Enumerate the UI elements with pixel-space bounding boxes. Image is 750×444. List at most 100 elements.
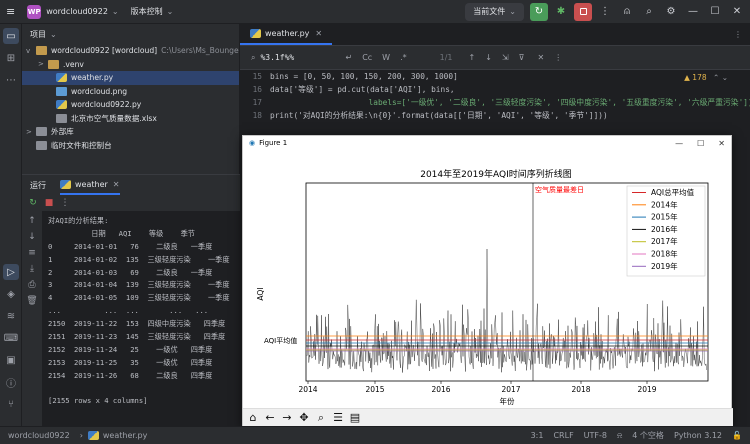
project-tree-item[interactable]: v wordcloud0922 [wordcloud] C:\Users\Ms_Bo…: [22, 44, 239, 58]
new-line-icon[interactable]: ↵: [345, 53, 352, 62]
pan-icon[interactable]: ✥: [298, 411, 310, 424]
chevron-icon[interactable]: >: [38, 60, 48, 68]
soft-wrap-icon[interactable]: ≡: [25, 247, 39, 259]
project-tree-item[interactable]: wordcloud0922.py: [22, 98, 239, 112]
more-icon[interactable]: ⋮: [58, 197, 72, 209]
project-selector[interactable]: WP wordcloud0922 ⌄: [21, 0, 124, 24]
console-line: 日期 AQI 等级 季节: [48, 228, 195, 238]
more-tools-button[interactable]: ⋯: [3, 72, 19, 88]
main-menu-button[interactable]: ≡: [0, 0, 21, 24]
run-panel-header: 运行 weather ✕: [22, 175, 240, 195]
terminal-tool-button[interactable]: ▣: [3, 352, 19, 368]
scroll-end-icon[interactable]: ⤓: [25, 263, 39, 275]
project-tree-label: 北京市空气质量数据.xlsx: [71, 113, 157, 123]
maximize-icon: ☐: [710, 6, 720, 17]
python-packages-button[interactable]: ◈: [3, 286, 19, 302]
status-project[interactable]: wordcloud0922: [8, 431, 70, 440]
settings-button[interactable]: ⚙: [662, 3, 680, 21]
code-view[interactable]: 15 bins = [0, 50, 100, 150, 200, 300, 100…: [240, 70, 750, 140]
project-panel-header[interactable]: 项目 ⌄: [22, 24, 239, 44]
chevron-down-icon: ⌄: [166, 7, 174, 16]
chevron-icon[interactable]: v: [26, 47, 36, 55]
regex-icon[interactable]: .*: [400, 53, 407, 62]
more-actions-button[interactable]: ⋮: [596, 3, 614, 21]
project-tree-item[interactable]: > .venv: [22, 58, 239, 72]
status-encoding[interactable]: UTF-8: [584, 431, 607, 440]
forward-icon[interactable]: →: [281, 411, 293, 424]
project-tree-label: 外部库: [51, 127, 74, 137]
chevron-icon[interactable]: >: [26, 128, 36, 136]
save-icon[interactable]: ▤: [349, 411, 361, 424]
rerun-button[interactable]: ↻: [530, 2, 548, 21]
home-icon[interactable]: ⌂: [247, 411, 259, 424]
project-panel: 项目 ⌄ v wordcloud0922 [wordcloud] C:\Users\…: [22, 24, 240, 174]
close-button[interactable]: ✕: [728, 3, 746, 21]
close-icon[interactable]: ✕: [537, 53, 544, 62]
python-console-button[interactable]: ⌨: [3, 330, 19, 346]
search-everywhere-button[interactable]: ⌕: [640, 3, 658, 21]
scratch-icon: [36, 140, 47, 150]
filter-icon[interactable]: ⊽: [519, 53, 525, 62]
maximize-button[interactable]: ☐: [706, 3, 724, 21]
bell-icon[interactable]: ⍾: [617, 431, 622, 441]
run-config-selector[interactable]: 当前文件 ⌄: [465, 2, 524, 21]
close-icon[interactable]: ✕: [315, 29, 322, 38]
close-icon[interactable]: ✕: [718, 139, 725, 148]
run-tool-button[interactable]: ▷: [3, 264, 19, 280]
stop-icon: [579, 8, 587, 15]
x-tick-label: 2016: [431, 385, 450, 394]
back-icon[interactable]: ←: [264, 411, 276, 424]
folder-icon: [36, 46, 47, 56]
select-all-icon[interactable]: ⇲: [502, 53, 509, 62]
status-interpreter[interactable]: Python 3.12: [674, 431, 722, 440]
minimize-icon[interactable]: —: [675, 139, 683, 148]
project-tool-button[interactable]: ▭: [3, 28, 19, 44]
more-icon[interactable]: ⋮: [554, 53, 562, 62]
folder-icon: ▭: [6, 30, 16, 42]
close-icon[interactable]: ✕: [113, 180, 120, 189]
status-indent[interactable]: 4 个空格: [632, 430, 664, 441]
editor-tab-weather[interactable]: weather.py ✕: [240, 23, 333, 45]
trash-icon[interactable]: 🗑: [25, 295, 39, 307]
lock-icon[interactable]: 🔓: [732, 431, 742, 440]
more-icon[interactable]: ⋮: [734, 30, 742, 39]
project-tree-item[interactable]: wordcloud.png: [22, 85, 239, 99]
configure-icon[interactable]: ☰: [332, 411, 344, 424]
zoom-icon[interactable]: ⌕: [315, 411, 327, 425]
code-line: 15 bins = [0, 50, 100, 150, 200, 300, 100…: [240, 70, 750, 83]
maximize-icon[interactable]: ☐: [697, 139, 704, 148]
run-tab[interactable]: weather ✕: [60, 175, 120, 195]
whole-word-icon[interactable]: W: [382, 53, 390, 62]
minimize-button[interactable]: —: [684, 3, 702, 21]
rerun-icon[interactable]: ↻: [26, 197, 40, 209]
vcs-selector[interactable]: 版本控制 ⌄: [125, 0, 180, 24]
down-arrow-icon[interactable]: ↓: [25, 231, 39, 243]
vcs-tool-button[interactable]: ⑂: [3, 396, 19, 412]
up-arrow-icon[interactable]: ↑: [25, 215, 39, 227]
stop-button[interactable]: [574, 2, 592, 21]
stop-icon[interactable]: ■: [42, 197, 56, 209]
project-tree-item[interactable]: 北京市空气质量数据.xlsx: [22, 112, 239, 126]
problems-tool-button[interactable]: ⓘ: [3, 374, 19, 390]
match-case-icon[interactable]: Cc: [362, 53, 372, 62]
tool-window-strip: ▭ ⊞ ⋯ ▷ ◈ ≋ ⌨ ▣ ⓘ ⑂: [0, 24, 22, 426]
project-tree-item[interactable]: 临时文件和控制台: [22, 139, 239, 153]
find-input[interactable]: %3.1f%%: [260, 53, 340, 62]
status-position[interactable]: 3:1: [531, 431, 544, 440]
debug-button[interactable]: ✱: [552, 3, 570, 21]
console-output[interactable]: 对AQI的分析结果: 日期 AQI 等级 季节 0 2014-01-01 76 二…: [48, 215, 240, 427]
layers-tool-button[interactable]: ≋: [3, 308, 19, 324]
next-match-icon[interactable]: ↓: [485, 53, 492, 62]
project-tree-item[interactable]: weather.py: [22, 71, 239, 85]
status-file[interactable]: weather.py: [103, 431, 147, 440]
print-icon[interactable]: ⎙: [25, 279, 39, 291]
prev-match-icon[interactable]: ↑: [469, 53, 476, 62]
structure-tool-button[interactable]: ⊞: [3, 50, 19, 66]
status-line-separator[interactable]: CRLF: [553, 431, 573, 440]
search-icon[interactable]: ⌕: [251, 53, 255, 63]
console-line: 2153 2019-11-25 35 一级优 四季度: [48, 357, 213, 367]
x-axis-label: 年份: [500, 396, 515, 406]
legend-label: AQI总平均值: [651, 187, 695, 197]
account-button[interactable]: ⍝: [618, 3, 636, 21]
project-tree-item[interactable]: > 外部库: [22, 125, 239, 139]
